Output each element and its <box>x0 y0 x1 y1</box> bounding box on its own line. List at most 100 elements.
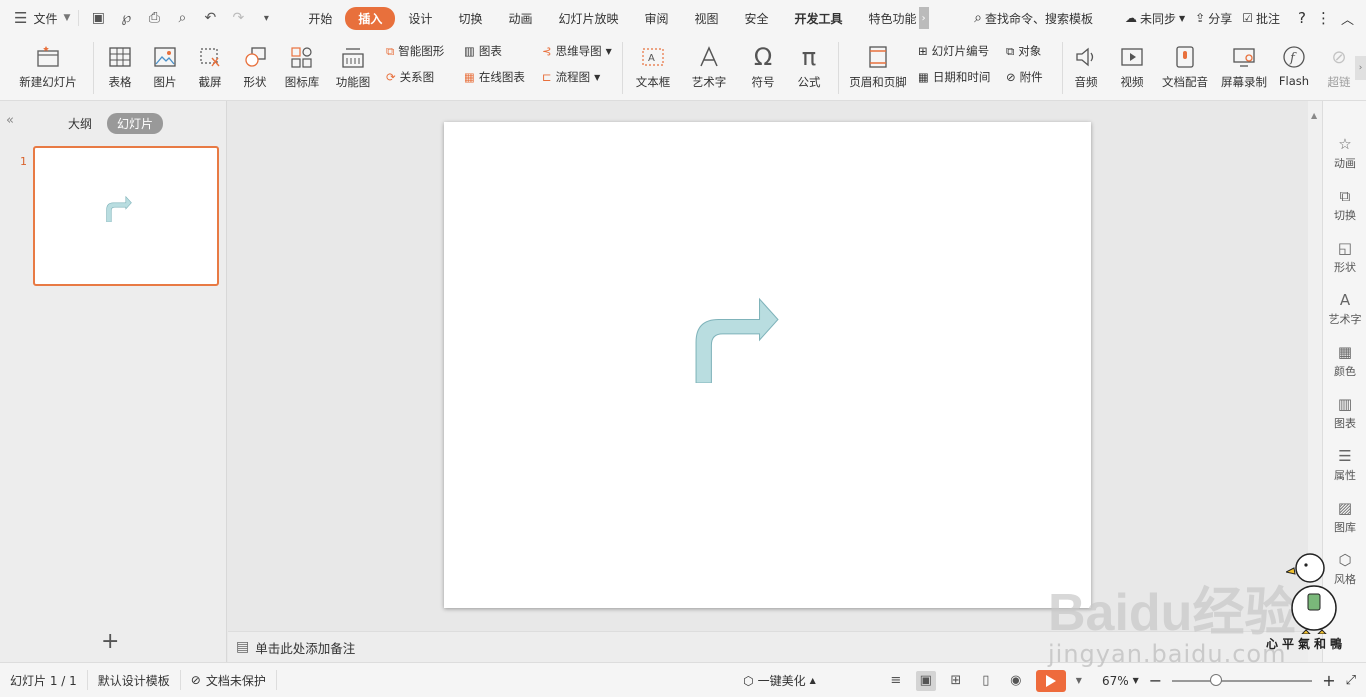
zoom-out-icon[interactable]: − <box>1149 671 1162 690</box>
tab-review[interactable]: 审阅 <box>631 7 681 30</box>
relation-chart-button[interactable]: ⟳ 关系图 <box>386 69 434 85</box>
cube-icon: ⬡ <box>743 673 754 688</box>
zoom-in-icon[interactable]: + <box>1322 671 1335 690</box>
add-slide-button[interactable]: + <box>101 629 119 654</box>
zoom-slider[interactable] <box>1172 673 1313 686</box>
sidebar-gallery[interactable]: ▨ 图库 <box>1323 499 1366 535</box>
tab-developer[interactable]: 开发工具 <box>782 7 856 30</box>
notes-toggle-icon[interactable]: ≡ <box>886 671 906 691</box>
sidebar-animation-label: 动画 <box>1334 157 1356 170</box>
symbol-button[interactable]: Ω 符号 <box>742 42 784 90</box>
attachment-button[interactable]: ⊘ 附件 <box>1006 69 1043 85</box>
slide[interactable] <box>444 122 1091 608</box>
mindmap-label: 思维导图 <box>555 44 602 58</box>
smartart-button[interactable]: ⧉ 智能图形 <box>386 43 444 59</box>
help-icon[interactable]: ? <box>1298 9 1306 27</box>
datetime-button[interactable]: ▦ 日期和时间 <box>918 69 990 85</box>
slide-sorter-icon[interactable]: ⊞ <box>946 671 966 691</box>
beautify-button[interactable]: ⬡ 一键美化 ▲ <box>743 672 816 689</box>
wordart-button[interactable]: 艺术字 <box>684 42 734 90</box>
flowchart-button[interactable]: ⊏ 流程图 ▼ <box>542 69 600 85</box>
online-chart-button[interactable]: ▦ 在线图表 <box>464 69 525 85</box>
tab-outline[interactable]: 大纲 <box>68 115 92 132</box>
slide-number-button[interactable]: ⊞ 幻灯片编号 <box>918 43 989 59</box>
share-button[interactable]: ⇪ 分享 <box>1195 10 1232 27</box>
file-menu[interactable]: ☰ 文件 ▼ <box>0 0 78 36</box>
omega-icon: Ω <box>753 43 773 71</box>
textbox-button[interactable]: A 文本框 <box>628 42 678 90</box>
customize-chevron-icon[interactable]: ▾ <box>255 13 277 24</box>
tab-slideshow[interactable]: 幻灯片放映 <box>545 7 631 30</box>
picture-button[interactable]: 图片 <box>145 42 185 90</box>
collapse-panel-icon[interactable]: « <box>6 113 14 128</box>
shape-button[interactable]: 形状 <box>235 42 275 90</box>
sidebar-wordart[interactable]: A 艺术字 <box>1323 291 1366 327</box>
sidebar-chart[interactable]: ▥ 图表 <box>1323 395 1366 431</box>
turn-right-arrow-shape[interactable] <box>694 297 780 383</box>
comment-button[interactable]: ☑ 批注 <box>1242 10 1280 27</box>
mindmap-button[interactable]: ⊰ 思维导图 ▼ <box>542 43 612 59</box>
tab-design[interactable]: 设计 <box>395 7 445 30</box>
design-template-button[interactable]: 默认设计模板 <box>88 670 181 690</box>
undo-icon[interactable]: ↶ <box>199 10 221 26</box>
tab-animation[interactable]: 动画 <box>495 7 545 30</box>
sidebar-shape[interactable]: ◱ 形状 <box>1323 239 1366 275</box>
icon-library-button[interactable]: 图标库 <box>280 42 324 90</box>
notes-placeholder: 单击此处添加备注 <box>255 640 356 656</box>
tab-special[interactable]: 特色功能 <box>856 7 919 30</box>
print-icon[interactable]: ⎙ <box>143 10 165 26</box>
more-icon[interactable]: ⋮ <box>1316 9 1331 27</box>
new-slide-button[interactable]: 新建幻灯片 <box>10 42 86 90</box>
collapse-ribbon-icon[interactable]: ︿ <box>1341 9 1354 28</box>
video-icon <box>1120 42 1144 72</box>
screenshot-button[interactable]: 截屏 <box>190 42 230 90</box>
formula-button[interactable]: π 公式 <box>788 42 830 90</box>
protection-status[interactable]: ⊘ 文档未保护 <box>181 670 277 690</box>
play-slideshow-button[interactable] <box>1035 669 1066 692</box>
command-search[interactable]: ⌕ 查找命令、搜索模板 <box>974 10 1093 27</box>
scroll-up-icon[interactable]: ▲ <box>1311 111 1317 120</box>
format-painter-icon[interactable]: ℘ <box>115 10 137 26</box>
video-button[interactable]: 视频 <box>1110 42 1154 90</box>
chart-button[interactable]: ▥ 图表 <box>464 43 502 59</box>
table-button[interactable]: 表格 <box>100 42 140 90</box>
zoom-level[interactable]: 67% ▼ <box>1102 674 1139 688</box>
tab-slides[interactable]: 幻灯片 <box>107 113 164 134</box>
reading-view-icon[interactable]: ▯ <box>976 671 996 691</box>
sidebar-color[interactable]: ▦ 颜色 <box>1323 343 1366 379</box>
screen-record-button[interactable]: 屏幕录制 <box>1216 42 1272 90</box>
ribbon-scroll-right-icon[interactable]: › <box>1355 56 1366 80</box>
slide-thumbnail[interactable] <box>33 146 219 286</box>
menu-bar: ☰ 文件 ▼ ▣ ℘ ⎙ ⌕ ↶ ↷ ▾ 开始 插入 设计 切换 动画 幻灯片放… <box>0 0 1366 36</box>
header-footer-button[interactable]: 页眉和页脚 <box>844 42 912 90</box>
sidebar-animation[interactable]: ☆ 动画 <box>1323 135 1366 171</box>
tab-insert[interactable]: 插入 <box>345 6 396 30</box>
sidebar-properties[interactable]: ☰ 属性 <box>1323 447 1366 483</box>
cloud-icon: ☁ <box>1124 11 1137 25</box>
print-preview-icon[interactable]: ⌕ <box>171 10 193 26</box>
redo-icon[interactable]: ↷ <box>227 10 249 26</box>
fit-window-icon[interactable]: ⤢ <box>1346 673 1356 688</box>
object-button[interactable]: ⧉ 对象 <box>1006 43 1041 59</box>
play-options-chevron-icon[interactable]: ▼ <box>1076 676 1082 685</box>
tab-transition[interactable]: 切换 <box>445 7 495 30</box>
save-icon[interactable]: ▣ <box>87 10 109 26</box>
function-chart-button[interactable]: 功能图 <box>329 42 377 90</box>
tab-home[interactable]: 开始 <box>295 7 345 30</box>
presenter-view-icon[interactable]: ◉ <box>1006 671 1026 691</box>
audio-button[interactable]: 音频 <box>1066 42 1106 90</box>
tab-view[interactable]: 视图 <box>682 7 732 30</box>
zoom-slider-knob[interactable] <box>1210 673 1223 686</box>
link-icon: ⊘ <box>1331 46 1347 68</box>
dubbing-button[interactable]: 文档配音 <box>1158 42 1212 90</box>
status-right: ⬡ 一键美化 ▲ ≡ ▣ ⊞ ▯ ◉ ▼ 67% ▼ − + ⤢ <box>743 663 1356 697</box>
normal-view-icon[interactable]: ▣ <box>915 670 936 691</box>
icon-library-label: 图标库 <box>284 75 320 89</box>
sync-status[interactable]: ☁ 未同步 ▼ <box>1125 10 1185 27</box>
tabs-overflow-icon[interactable]: › <box>918 7 929 29</box>
sidebar-transition[interactable]: ⧉ 切换 <box>1323 187 1366 223</box>
hyperlink-button[interactable]: ⊘ 超链 <box>1324 42 1354 90</box>
tab-security[interactable]: 安全 <box>732 7 782 30</box>
mindmap-icon: ⊰ <box>542 44 552 58</box>
flash-button[interactable]: f Flash <box>1274 42 1314 88</box>
